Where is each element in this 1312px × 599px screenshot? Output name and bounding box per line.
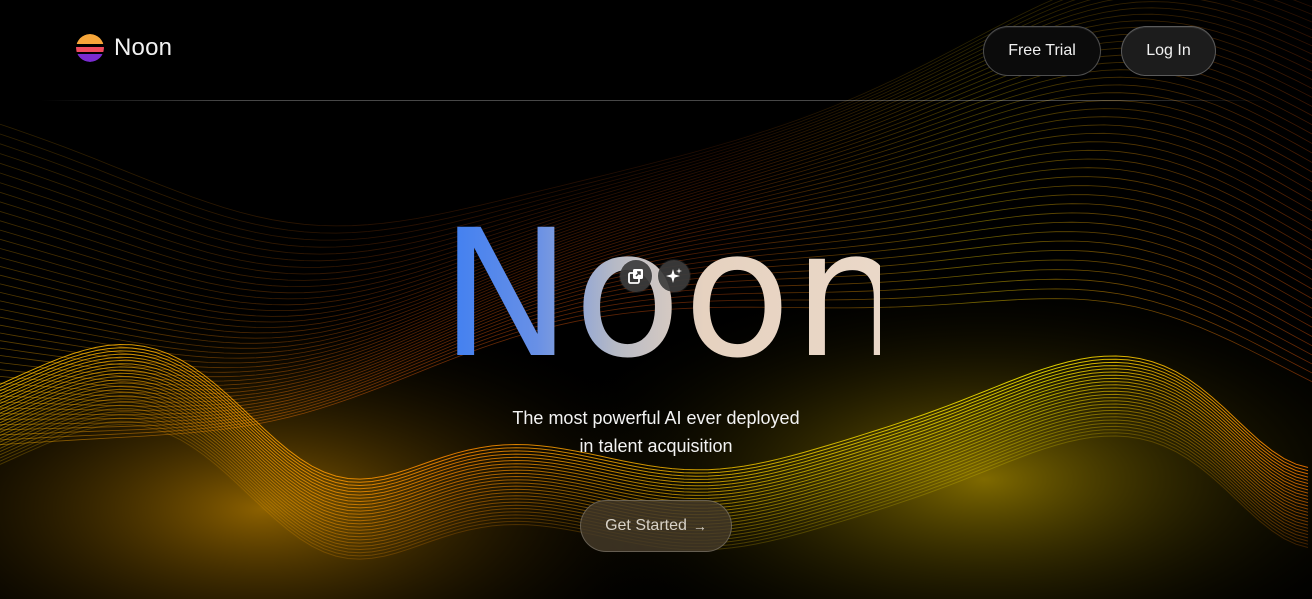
free-trial-button[interactable]: Free Trial [983, 26, 1101, 76]
arrow-right-icon: → [692, 518, 707, 534]
hero-title: Noon [440, 192, 907, 397]
brand-name: Noon [114, 34, 173, 61]
get-started-button[interactable]: Get Started → [580, 500, 732, 552]
hero-title-wrap: Noon [440, 192, 907, 397]
sparkle-icon[interactable] [658, 260, 690, 292]
header-divider [40, 100, 1272, 101]
login-button[interactable]: Log In [1121, 26, 1216, 76]
brand[interactable]: Noon [76, 34, 172, 62]
hero-subtitle: The most powerful AI ever deployed in ta… [0, 404, 1312, 460]
top-nav: Noon Free Trial Log In [0, 0, 1312, 100]
sunset-logo-icon [76, 34, 104, 62]
get-started-label: Get Started [605, 517, 687, 534]
hero-subtitle-line-2: in talent acquisition [579, 436, 733, 456]
hero-subtitle-line-1: The most powerful AI ever deployed [512, 408, 800, 428]
copy-icon[interactable] [620, 260, 652, 292]
landing-page: Noon Free Trial Log In Noon The most pow… [0, 0, 1312, 599]
